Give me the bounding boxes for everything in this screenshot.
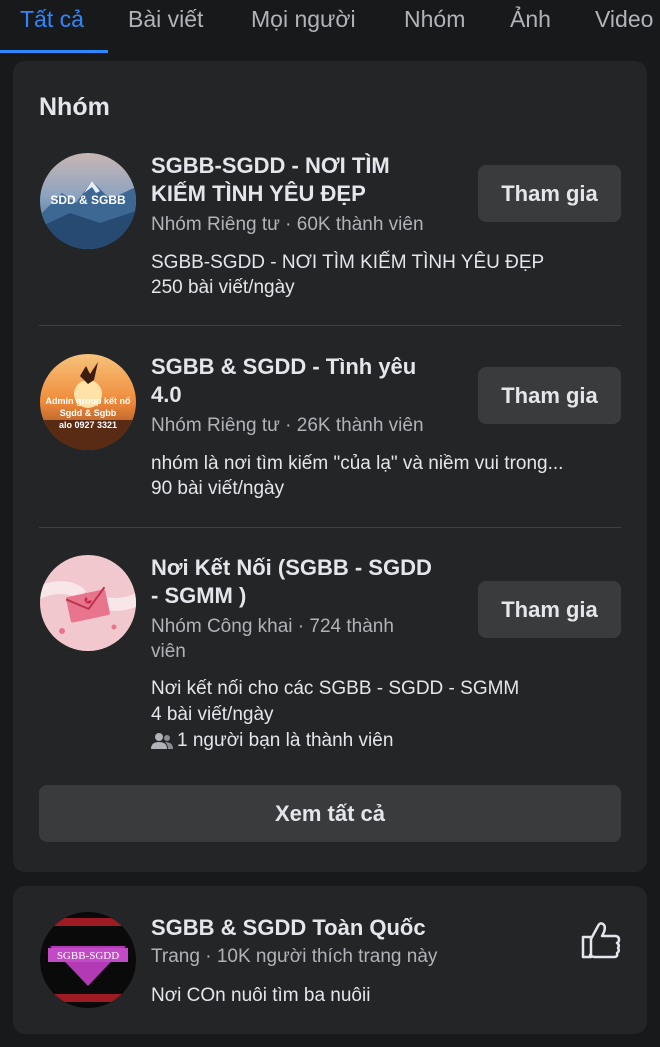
group-name[interactable]: SGBB & SGDD - Tình yêu 4.0 xyxy=(151,353,451,409)
page-name[interactable]: SGBB & SGDD Toàn Quốc xyxy=(151,914,551,942)
group-post-frequency: 90 bài viết/ngày xyxy=(151,478,285,499)
group-meta: Nhóm Riêng tư · 60K thành viên xyxy=(151,214,424,235)
svg-text:Admin group kết nố: Admin group kết nố xyxy=(46,396,131,406)
tab-groups[interactable]: Nhóm xyxy=(404,6,465,33)
svg-text:Sgdd & Sgbb: Sgdd & Sgbb xyxy=(60,408,117,418)
join-group-button[interactable]: Tham gia xyxy=(478,367,621,424)
sgbb-sgdd-logo-icon: SGBB-SGDD xyxy=(40,912,136,1008)
tab-posts[interactable]: Bài viết xyxy=(128,6,203,33)
divider xyxy=(39,527,621,528)
envelope-hands-avatar-icon xyxy=(40,555,136,651)
page-avatar[interactable]: SGBB-SGDD xyxy=(40,912,136,1008)
search-filter-tabs: Tất cả Bài viết Mọi người Nhóm Ảnh Video xyxy=(0,0,660,54)
see-all-button[interactable]: Xem tất cả xyxy=(39,785,621,842)
tab-all[interactable]: Tất cả xyxy=(20,6,84,33)
thumbs-up-icon[interactable] xyxy=(580,920,622,960)
group-avatar[interactable]: SDD & SGBB xyxy=(40,153,136,249)
group-avatar[interactable]: Admin group kết nố Sgdd & Sgbb alo 0927 … xyxy=(40,354,136,450)
page-description: Nơi COn nuôi tìm ba nuôii xyxy=(151,985,371,1006)
page-meta: Trang · 10K người thích trang này xyxy=(151,946,438,967)
tab-photos[interactable]: Ảnh xyxy=(510,6,551,33)
svg-text:SDD & SGBB: SDD & SGBB xyxy=(50,193,126,207)
group-meta: Nhóm Riêng tư · 26K thành viên xyxy=(151,415,424,436)
group-description: nhóm là nơi tìm kiếm "của lạ" và niềm vu… xyxy=(151,453,564,474)
tab-people[interactable]: Mọi người xyxy=(251,6,356,33)
svg-text:alo 0927 3321: alo 0927 3321 xyxy=(59,420,117,430)
section-title: Nhóm xyxy=(39,93,110,121)
sunset-avatar-icon: Admin group kết nố Sgdd & Sgbb alo 0927 … xyxy=(40,354,136,450)
group-description: SGBB-SGDD - NƠI TÌM KIẾM TÌNH YÊU ĐẸP xyxy=(151,252,545,273)
divider xyxy=(39,325,621,326)
group-post-frequency: 250 bài viết/ngày xyxy=(151,277,295,298)
active-tab-indicator xyxy=(0,50,108,53)
join-group-button[interactable]: Tham gia xyxy=(478,165,621,222)
group-name[interactable]: SGBB-SGDD - NƠI TÌM KIẾM TÌNH YÊU ĐẸP xyxy=(151,152,451,208)
groups-section: Nhóm SDD & SGBB SGBB-SGDD - NƠI TÌM KIẾM… xyxy=(13,61,647,872)
svg-text:SGBB-SGDD: SGBB-SGDD xyxy=(57,950,119,962)
group-avatar[interactable] xyxy=(40,555,136,651)
page-result[interactable]: SGBB-SGDD SGBB & SGDD Toàn Quốc Trang · … xyxy=(13,886,647,1034)
mountain-avatar-icon: SDD & SGBB xyxy=(40,153,136,249)
join-group-button[interactable]: Tham gia xyxy=(478,581,621,638)
tab-videos[interactable]: Video xyxy=(595,6,653,33)
